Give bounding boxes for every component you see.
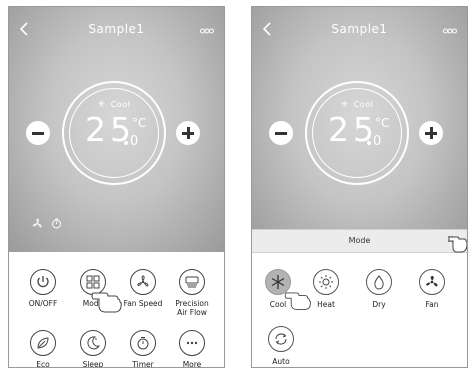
temperature-unit: °C: [375, 116, 390, 130]
pointing-hand-icon: [91, 292, 122, 313]
temperature-decimal: 0: [130, 134, 139, 149]
power-icon: [37, 276, 49, 288]
top-bar: Sample1: [9, 19, 224, 43]
timer-button[interactable]: Timer: [117, 330, 169, 367]
eco-leaf-icon: [37, 337, 49, 349]
sun-icon: [319, 275, 333, 289]
snowflake-icon: ✳: [97, 100, 106, 110]
page-title: Sample1: [331, 22, 388, 36]
top-bar: Sample1: [252, 19, 467, 43]
phone-screen-right: Sample1 ✳Cool 25 °C 0 Mode X: [251, 6, 468, 368]
control-panel: ON/OFF Mode Fan Speed Precision Air Flow…: [9, 252, 224, 367]
status-icons: [32, 213, 62, 232]
pointing-hand-icon: [284, 292, 311, 310]
auto-cycle-icon: [275, 333, 287, 345]
timer-icon: [137, 337, 149, 350]
minus-icon: [275, 131, 287, 135]
temperature-dial: ✳ Cool 25 °C 0: [305, 81, 409, 185]
eco-button[interactable]: Eco: [17, 330, 69, 367]
temperature-increase-button[interactable]: [419, 121, 443, 145]
mode-option-dry[interactable]: Dry: [359, 269, 399, 309]
fan-icon: [426, 275, 438, 287]
temperature-decimal: 0: [373, 134, 382, 149]
fan-speed-status-icon: [33, 218, 42, 228]
temperature-unit: °C: [132, 116, 147, 130]
menu-dots-icon[interactable]: [443, 27, 457, 35]
mode-option-fan[interactable]: Fan: [412, 269, 452, 309]
current-mode-label: ✳ Cool: [97, 100, 131, 110]
temperature-decrease-button[interactable]: [26, 121, 50, 145]
menu-dots-icon[interactable]: [200, 27, 214, 35]
pointing-hand-close-icon: [448, 236, 467, 253]
fan-speed-icon: [137, 275, 149, 287]
sleep-moon-icon: [87, 336, 101, 350]
temperature-increase-button[interactable]: [176, 121, 200, 145]
current-mode-label: ✳ Cool: [340, 100, 374, 110]
precision-air-flow-button[interactable]: Precision Air Flow: [166, 269, 218, 317]
snowflake-icon: ✳: [340, 100, 349, 110]
temperature-decrease-button[interactable]: [269, 121, 293, 145]
phone-screen-left: Sample1 ✳ Cool 25 °C 0 ON/OFF Mode Fan S…: [8, 6, 225, 368]
water-drop-icon: [374, 275, 384, 290]
air-flow-icon: [185, 276, 199, 288]
mode-options: Cool Heat Dry Fan Auto: [252, 253, 467, 367]
sleep-button[interactable]: Sleep: [67, 330, 119, 367]
mode-option-auto[interactable]: Auto: [261, 326, 301, 366]
popup-title: Mode: [348, 236, 371, 245]
timer-status-icon: [52, 218, 62, 229]
mode-popup-header: Mode X: [252, 229, 467, 253]
minus-icon: [32, 131, 44, 135]
more-button[interactable]: More: [166, 330, 218, 367]
page-title: Sample1: [88, 22, 145, 36]
on-off-button[interactable]: ON/OFF: [17, 269, 69, 308]
more-dots-icon: [186, 341, 198, 345]
temperature-dial: ✳ Cool 25 °C 0: [62, 81, 166, 185]
